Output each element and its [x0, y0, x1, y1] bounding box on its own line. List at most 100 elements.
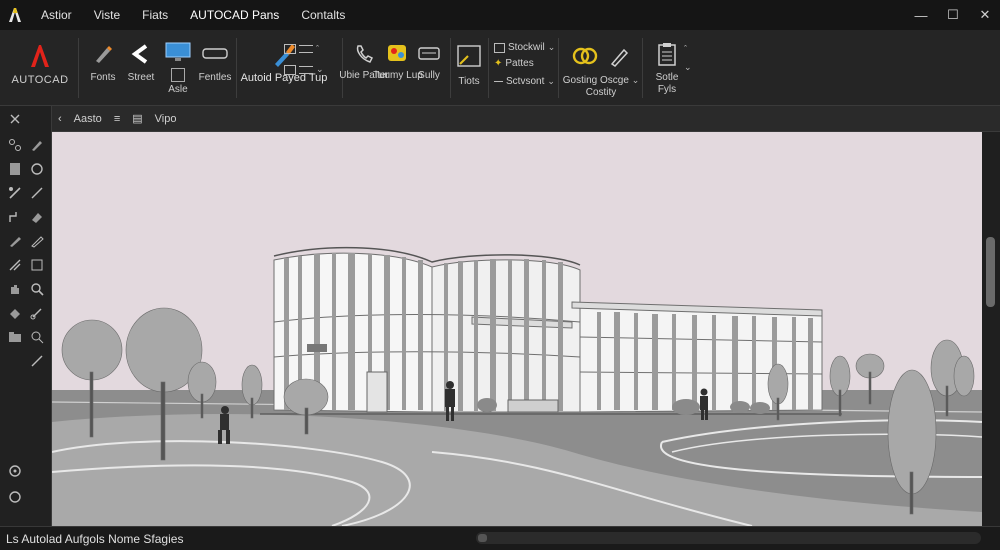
back-arrow-icon[interactable]: ‹ — [52, 113, 68, 125]
pattes-item[interactable]: ✦ Pattes — [494, 58, 534, 69]
gosting-tool[interactable]: Gosting Oscge ⌄ Costity — [562, 42, 640, 99]
stockwil-dropdown[interactable]: Stockwil ⌄ — [494, 42, 555, 53]
gosting-label: Gosting Oscge ⌄ — [562, 75, 640, 86]
chevron-down-icon: ⌄ — [547, 42, 556, 52]
sotle-label: Sotle — [655, 72, 679, 83]
view-tab-icon[interactable]: ▤ — [126, 112, 148, 125]
box-icon — [171, 68, 185, 82]
pencil-icon — [89, 40, 117, 68]
circle-icon[interactable] — [6, 488, 24, 506]
street-label: Street — [127, 72, 155, 83]
stockwil-label: Stockwil — [508, 42, 545, 53]
vertical-scroll-thumb[interactable] — [986, 237, 995, 307]
sotle-caret-up[interactable]: ˆ — [684, 44, 687, 54]
menu-item-astior[interactable]: Astior — [30, 8, 83, 22]
gosting-icons — [572, 42, 630, 70]
view-tab-bar: ‹ Aasto ≡ ▤ Vipo — [52, 106, 1000, 132]
ribbon-separator — [488, 38, 489, 98]
link-icon — [572, 47, 598, 65]
fyls-label: Fyls — [657, 84, 677, 95]
sotle-tool[interactable]: Sotle Fyls — [650, 40, 684, 96]
fentles-tool[interactable]: Fentles — [196, 40, 234, 84]
dimension-icon[interactable] — [6, 208, 24, 226]
needle-icon[interactable] — [28, 352, 46, 370]
ribbon-separator — [642, 38, 643, 98]
sotle-caret-down[interactable]: ⌄ — [684, 62, 692, 73]
small-tools-row-2[interactable]: ⌄ — [284, 64, 324, 75]
zoom-icon[interactable] — [28, 280, 46, 298]
frame-icon — [455, 42, 483, 70]
tiots-label: Tiots — [458, 76, 480, 87]
horizontal-scroll-thumb[interactable] — [478, 534, 487, 542]
asle-tool[interactable]: Asle — [160, 38, 196, 96]
fonts-tool[interactable]: Fonts — [86, 40, 120, 84]
small-tools-row-1[interactable]: ˆ — [284, 44, 319, 54]
sully-tool[interactable]: Sully — [414, 40, 444, 82]
hamburger-icon[interactable]: ≡ — [108, 113, 126, 125]
maximize-icon[interactable]: ☐ — [946, 7, 960, 22]
link-tool-icon[interactable] — [28, 304, 46, 322]
view-tab-vipo[interactable]: Vipo — [149, 113, 183, 125]
table-icon — [494, 42, 505, 53]
tiots-tool[interactable]: Tiots — [452, 42, 486, 88]
building — [273, 246, 823, 413]
ribbon-separator — [236, 38, 237, 98]
brand-label: AUTOCAD — [11, 74, 69, 86]
measure-icon[interactable] — [6, 184, 24, 202]
horizontal-scrollbar[interactable] — [476, 532, 981, 544]
grid-icon — [284, 44, 296, 54]
cross-icon[interactable] — [6, 110, 24, 128]
sully-label: Sully — [418, 70, 440, 81]
ribbon-separator — [342, 38, 343, 98]
vertical-scrollbar[interactable] — [982, 132, 1000, 526]
ribbon-separator — [450, 38, 451, 98]
fentles-label: Fentles — [198, 72, 232, 83]
clipboard-icon — [653, 40, 681, 68]
autocad-brand[interactable]: AUTOCAD — [8, 42, 72, 86]
view-tab-aasto[interactable]: Aasto — [68, 113, 108, 125]
ribbon-separator — [78, 38, 79, 98]
pencil-tool-icon[interactable] — [6, 232, 24, 250]
rotate-icon[interactable] — [28, 160, 46, 178]
sctvsont-dropdown[interactable]: Sctvsont ⌄ — [494, 76, 555, 87]
menu-item-contalts[interactable]: Contalts — [290, 8, 356, 22]
menu-item-viste[interactable]: Viste — [83, 8, 131, 22]
street-tool[interactable]: Street — [124, 40, 158, 84]
drawing-viewport[interactable] — [52, 132, 982, 526]
list-icon — [284, 64, 296, 75]
segment-icon — [494, 81, 503, 82]
line-tool-icon[interactable] — [28, 184, 46, 202]
hand-icon[interactable] — [6, 280, 24, 298]
palette-icon — [384, 40, 412, 68]
status-text: Ls Autolad Aufgols Nome Sfagies — [6, 531, 184, 546]
menu-bar: Astior Viste Fiats AUTOCAD Pans Contalts… — [0, 0, 1000, 30]
pen-icon — [610, 48, 629, 67]
close-icon[interactable]: ✕ — [978, 7, 992, 22]
pattes-label: Pattes — [505, 58, 534, 69]
node-icon[interactable] — [6, 136, 24, 154]
layers-icon[interactable] — [28, 256, 46, 274]
fonts-label: Fonts — [90, 72, 116, 83]
tuumy-lup-tool[interactable]: Tuumy Lup — [373, 40, 423, 82]
architectural-drawing — [52, 246, 982, 526]
settings-icon[interactable] — [6, 462, 24, 480]
window-controls: — ☐ ✕ — [914, 0, 992, 30]
page-icon[interactable] — [6, 160, 24, 178]
search-tool-icon[interactable] — [28, 328, 46, 346]
fill-icon[interactable] — [6, 304, 24, 322]
ribbon: AUTOCAD Fonts Street Asle Fentles Autoid… — [0, 30, 1000, 106]
ribbon-separator — [558, 38, 559, 98]
folder-icon[interactable] — [6, 328, 24, 346]
trim-icon[interactable] — [6, 256, 24, 274]
menu-item-fiats[interactable]: Fiats — [131, 8, 179, 22]
pen-tool-icon[interactable] — [28, 136, 46, 154]
arrow-left-icon — [127, 40, 155, 68]
sctvsont-label: Sctvsont — [506, 76, 545, 87]
left-toolbar — [0, 106, 52, 526]
brush-tool-icon[interactable] — [28, 232, 46, 250]
minimize-icon[interactable]: — — [914, 8, 928, 23]
eraser-icon[interactable] — [28, 208, 46, 226]
menu-item-autocad-pans[interactable]: AUTOCAD Pans — [179, 8, 290, 22]
card-icon — [415, 40, 443, 68]
app-logo-icon[interactable] — [0, 0, 30, 30]
